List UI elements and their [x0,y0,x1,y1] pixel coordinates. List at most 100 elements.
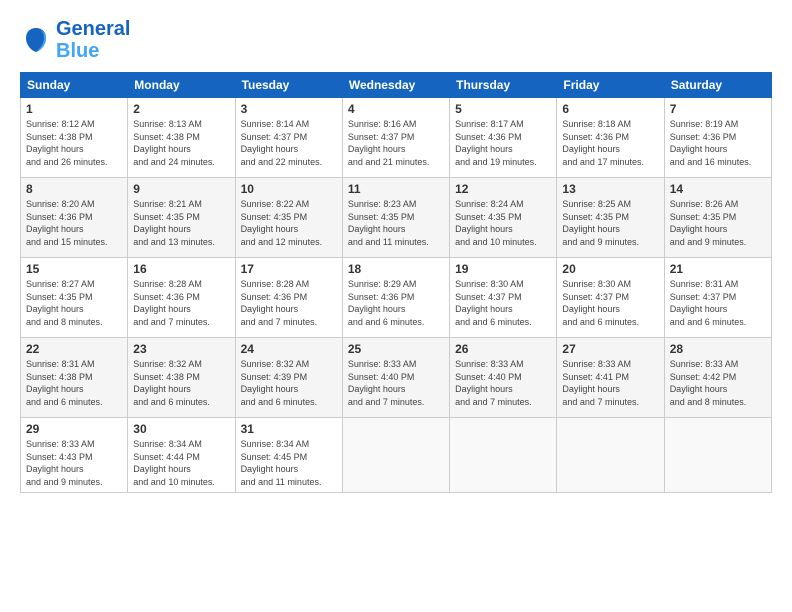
calendar-week-row: 1 Sunrise: 8:12 AMSunset: 4:38 PMDayligh… [21,98,772,178]
day-number: 9 [133,182,229,196]
page: General Blue SundayMondayTuesdayWednesda… [0,0,792,503]
day-number: 5 [455,102,551,116]
calendar-table: SundayMondayTuesdayWednesdayThursdayFrid… [20,72,772,493]
day-number: 18 [348,262,444,276]
calendar-cell: 15 Sunrise: 8:27 AMSunset: 4:35 PMDaylig… [21,258,128,338]
calendar-cell: 25 Sunrise: 8:33 AMSunset: 4:40 PMDaylig… [342,338,449,418]
logo-text: General Blue [56,18,130,62]
logo: General Blue [20,18,130,62]
day-info: Sunrise: 8:20 AMSunset: 4:36 PMDaylight … [26,198,122,248]
day-info: Sunrise: 8:27 AMSunset: 4:35 PMDaylight … [26,278,122,328]
calendar-cell [664,418,771,493]
calendar-cell: 30 Sunrise: 8:34 AMSunset: 4:44 PMDaylig… [128,418,235,493]
weekday-header: Sunday [21,73,128,98]
day-info: Sunrise: 8:19 AMSunset: 4:36 PMDaylight … [670,118,766,168]
calendar-cell [450,418,557,493]
day-info: Sunrise: 8:28 AMSunset: 4:36 PMDaylight … [241,278,337,328]
calendar-cell: 31 Sunrise: 8:34 AMSunset: 4:45 PMDaylig… [235,418,342,493]
calendar-cell: 4 Sunrise: 8:16 AMSunset: 4:37 PMDayligh… [342,98,449,178]
day-number: 28 [670,342,766,356]
weekday-header: Friday [557,73,664,98]
calendar-week-row: 15 Sunrise: 8:27 AMSunset: 4:35 PMDaylig… [21,258,772,338]
day-number: 7 [670,102,766,116]
day-number: 8 [26,182,122,196]
day-number: 15 [26,262,122,276]
calendar-week-row: 22 Sunrise: 8:31 AMSunset: 4:38 PMDaylig… [21,338,772,418]
calendar-cell: 14 Sunrise: 8:26 AMSunset: 4:35 PMDaylig… [664,178,771,258]
calendar-cell: 22 Sunrise: 8:31 AMSunset: 4:38 PMDaylig… [21,338,128,418]
day-info: Sunrise: 8:29 AMSunset: 4:36 PMDaylight … [348,278,444,328]
weekday-header: Monday [128,73,235,98]
calendar-week-row: 29 Sunrise: 8:33 AMSunset: 4:43 PMDaylig… [21,418,772,493]
day-info: Sunrise: 8:13 AMSunset: 4:38 PMDaylight … [133,118,229,168]
calendar-header-row: SundayMondayTuesdayWednesdayThursdayFrid… [21,73,772,98]
day-number: 3 [241,102,337,116]
calendar-cell: 3 Sunrise: 8:14 AMSunset: 4:37 PMDayligh… [235,98,342,178]
calendar-cell: 24 Sunrise: 8:32 AMSunset: 4:39 PMDaylig… [235,338,342,418]
day-info: Sunrise: 8:18 AMSunset: 4:36 PMDaylight … [562,118,658,168]
calendar-cell: 28 Sunrise: 8:33 AMSunset: 4:42 PMDaylig… [664,338,771,418]
day-number: 2 [133,102,229,116]
day-info: Sunrise: 8:34 AMSunset: 4:45 PMDaylight … [241,438,337,488]
day-info: Sunrise: 8:31 AMSunset: 4:38 PMDaylight … [26,358,122,408]
calendar-cell: 1 Sunrise: 8:12 AMSunset: 4:38 PMDayligh… [21,98,128,178]
day-number: 6 [562,102,658,116]
day-number: 19 [455,262,551,276]
calendar-cell: 13 Sunrise: 8:25 AMSunset: 4:35 PMDaylig… [557,178,664,258]
day-number: 10 [241,182,337,196]
day-number: 13 [562,182,658,196]
day-info: Sunrise: 8:33 AMSunset: 4:40 PMDaylight … [348,358,444,408]
calendar-cell: 21 Sunrise: 8:31 AMSunset: 4:37 PMDaylig… [664,258,771,338]
day-number: 29 [26,422,122,436]
day-number: 20 [562,262,658,276]
calendar-cell: 12 Sunrise: 8:24 AMSunset: 4:35 PMDaylig… [450,178,557,258]
calendar-cell: 11 Sunrise: 8:23 AMSunset: 4:35 PMDaylig… [342,178,449,258]
day-info: Sunrise: 8:33 AMSunset: 4:43 PMDaylight … [26,438,122,488]
day-number: 12 [455,182,551,196]
day-info: Sunrise: 8:17 AMSunset: 4:36 PMDaylight … [455,118,551,168]
calendar-cell: 10 Sunrise: 8:22 AMSunset: 4:35 PMDaylig… [235,178,342,258]
day-info: Sunrise: 8:23 AMSunset: 4:35 PMDaylight … [348,198,444,248]
calendar-cell [557,418,664,493]
day-number: 1 [26,102,122,116]
day-number: 22 [26,342,122,356]
calendar-cell [342,418,449,493]
day-number: 30 [133,422,229,436]
day-info: Sunrise: 8:32 AMSunset: 4:38 PMDaylight … [133,358,229,408]
day-info: Sunrise: 8:31 AMSunset: 4:37 PMDaylight … [670,278,766,328]
calendar-week-row: 8 Sunrise: 8:20 AMSunset: 4:36 PMDayligh… [21,178,772,258]
calendar-cell: 27 Sunrise: 8:33 AMSunset: 4:41 PMDaylig… [557,338,664,418]
day-info: Sunrise: 8:33 AMSunset: 4:41 PMDaylight … [562,358,658,408]
day-number: 21 [670,262,766,276]
day-number: 14 [670,182,766,196]
day-number: 26 [455,342,551,356]
day-info: Sunrise: 8:30 AMSunset: 4:37 PMDaylight … [455,278,551,328]
day-number: 16 [133,262,229,276]
day-number: 11 [348,182,444,196]
day-number: 4 [348,102,444,116]
day-number: 31 [241,422,337,436]
day-info: Sunrise: 8:30 AMSunset: 4:37 PMDaylight … [562,278,658,328]
day-info: Sunrise: 8:26 AMSunset: 4:35 PMDaylight … [670,198,766,248]
calendar-cell: 5 Sunrise: 8:17 AMSunset: 4:36 PMDayligh… [450,98,557,178]
weekday-header: Tuesday [235,73,342,98]
calendar-cell: 16 Sunrise: 8:28 AMSunset: 4:36 PMDaylig… [128,258,235,338]
day-info: Sunrise: 8:34 AMSunset: 4:44 PMDaylight … [133,438,229,488]
day-info: Sunrise: 8:16 AMSunset: 4:37 PMDaylight … [348,118,444,168]
day-number: 17 [241,262,337,276]
calendar-cell: 17 Sunrise: 8:28 AMSunset: 4:36 PMDaylig… [235,258,342,338]
calendar-cell: 19 Sunrise: 8:30 AMSunset: 4:37 PMDaylig… [450,258,557,338]
day-info: Sunrise: 8:32 AMSunset: 4:39 PMDaylight … [241,358,337,408]
calendar-cell: 26 Sunrise: 8:33 AMSunset: 4:40 PMDaylig… [450,338,557,418]
calendar-cell: 20 Sunrise: 8:30 AMSunset: 4:37 PMDaylig… [557,258,664,338]
calendar-cell: 6 Sunrise: 8:18 AMSunset: 4:36 PMDayligh… [557,98,664,178]
calendar-cell: 9 Sunrise: 8:21 AMSunset: 4:35 PMDayligh… [128,178,235,258]
day-info: Sunrise: 8:24 AMSunset: 4:35 PMDaylight … [455,198,551,248]
day-info: Sunrise: 8:28 AMSunset: 4:36 PMDaylight … [133,278,229,328]
weekday-header: Wednesday [342,73,449,98]
day-number: 24 [241,342,337,356]
calendar-cell: 8 Sunrise: 8:20 AMSunset: 4:36 PMDayligh… [21,178,128,258]
calendar-cell: 23 Sunrise: 8:32 AMSunset: 4:38 PMDaylig… [128,338,235,418]
day-info: Sunrise: 8:33 AMSunset: 4:40 PMDaylight … [455,358,551,408]
header: General Blue [20,18,772,62]
